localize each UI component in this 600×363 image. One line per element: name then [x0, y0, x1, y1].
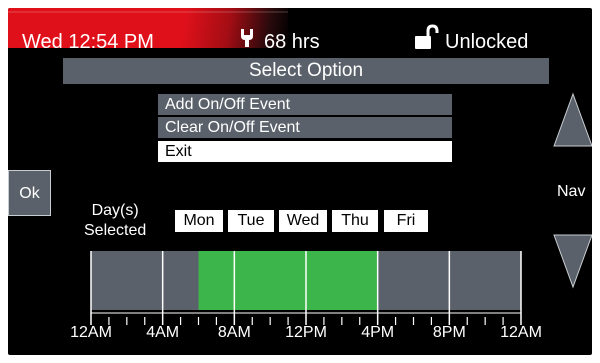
tick-label-4pm: 4PM — [361, 324, 395, 341]
schedule-timeline — [90, 251, 522, 325]
tick-label-12pm: 12PM — [285, 324, 327, 341]
timeline-on-event-band — [198, 251, 378, 310]
tick-label-8pm: 8PM — [432, 324, 466, 341]
tick-label-4am: 4AM — [146, 324, 180, 341]
tick-label-8am: 8AM — [217, 324, 251, 341]
tick-label-12am-start: 12AM — [70, 324, 112, 341]
tick-label-12am-end: 12AM — [500, 324, 542, 341]
hmi-screen: Wed 12:54 PM 68 hrs Unlocked Select Opti… — [8, 8, 592, 355]
